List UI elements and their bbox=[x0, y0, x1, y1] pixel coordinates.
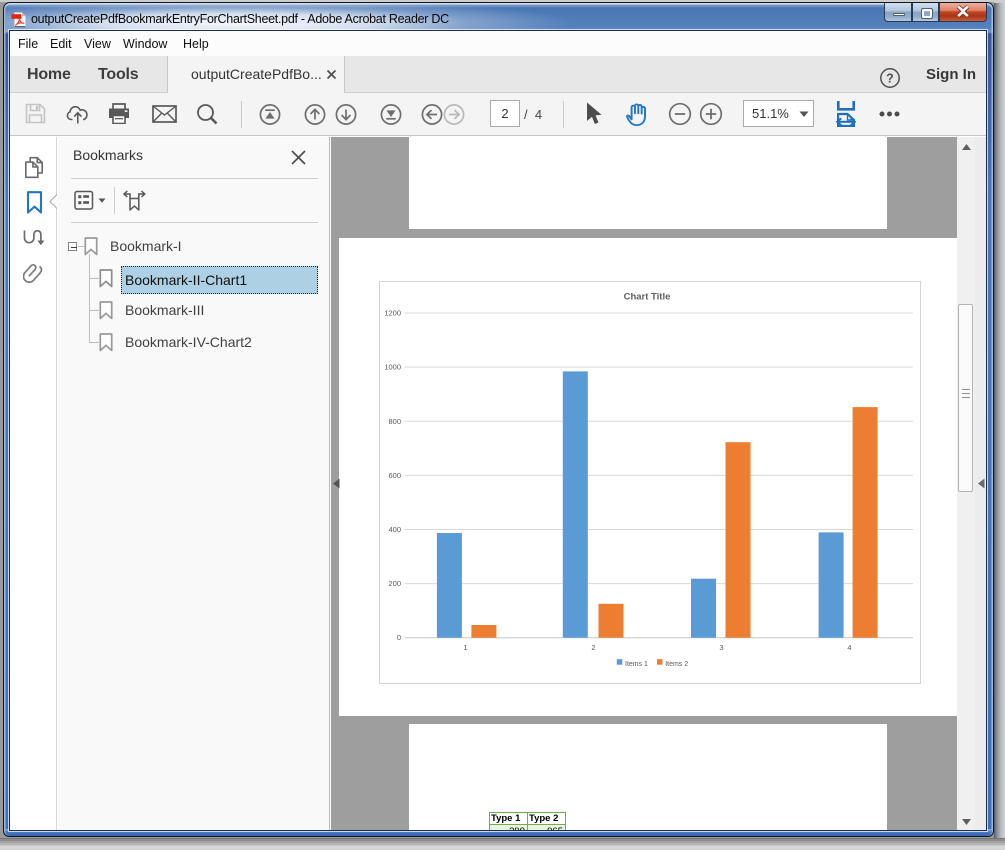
svg-text:0: 0 bbox=[397, 633, 401, 642]
svg-text:Chart Title: Chart Title bbox=[624, 292, 671, 303]
svg-text:1000: 1000 bbox=[384, 363, 401, 372]
svg-text:1: 1 bbox=[463, 643, 467, 652]
svg-text:800: 800 bbox=[388, 417, 401, 426]
svg-text:1200: 1200 bbox=[384, 309, 401, 318]
svg-text:3: 3 bbox=[719, 643, 723, 652]
svg-text:200: 200 bbox=[388, 579, 401, 588]
svg-text:4: 4 bbox=[847, 643, 851, 652]
svg-text:Items 2: Items 2 bbox=[665, 661, 688, 668]
svg-text:600: 600 bbox=[388, 471, 401, 480]
svg-text:400: 400 bbox=[388, 525, 401, 534]
svg-text:?: ? bbox=[886, 72, 894, 86]
svg-text:Items 1: Items 1 bbox=[625, 661, 648, 668]
svg-text:2: 2 bbox=[591, 643, 595, 652]
